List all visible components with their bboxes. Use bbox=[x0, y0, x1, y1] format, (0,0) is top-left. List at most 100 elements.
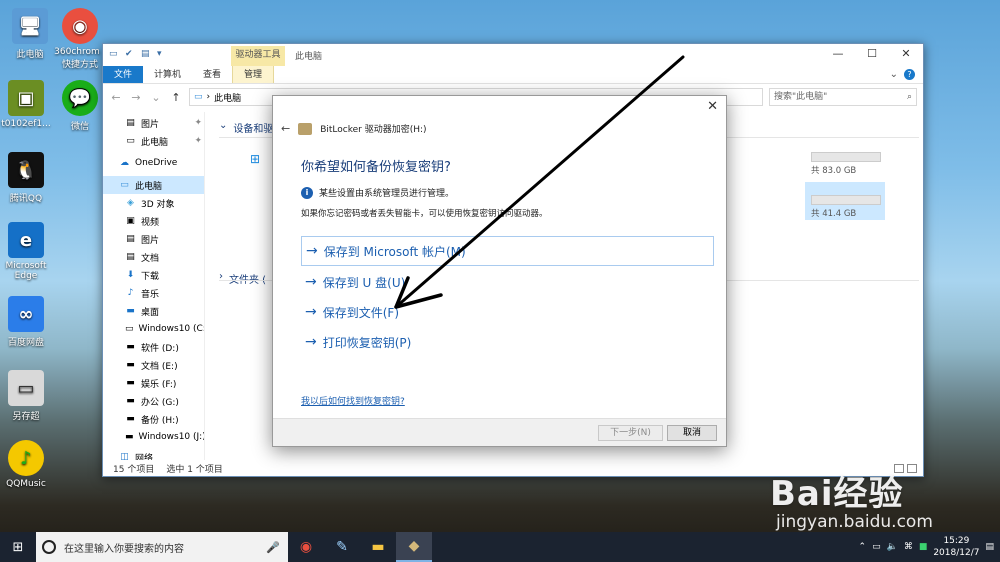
sidebar-item-desktop[interactable]: ▬ 桌面 bbox=[103, 302, 204, 320]
clock-date: 2018/12/7 bbox=[933, 548, 980, 558]
network-icon: ◫ bbox=[120, 452, 129, 460]
status-item-count: 15 个项目 bbox=[113, 464, 155, 475]
network-icon[interactable]: ⌘ bbox=[904, 542, 913, 552]
help-icon[interactable]: ? bbox=[904, 69, 915, 80]
start-button[interactable]: ⊞ bbox=[0, 540, 36, 555]
search-placeholder: 搜索"此电脑" bbox=[774, 92, 828, 102]
sidebar-item-drive-j[interactable]: ▬ Windows10 (J:) bbox=[103, 428, 204, 446]
sidebar-item-drive-d[interactable]: ▬ 软件 (D:) bbox=[103, 338, 204, 356]
option-save-usb[interactable]: → 保存到 U 盘(U) bbox=[301, 267, 714, 297]
recent-dropdown-icon[interactable]: ⌄ bbox=[149, 91, 163, 104]
sidebar-item-documents[interactable]: ▤ 文档 bbox=[103, 248, 204, 266]
admin-info-text: 某些设置由系统管理员进行管理。 bbox=[319, 189, 455, 199]
sidebar-item-videos[interactable]: ▣ 视频 bbox=[103, 212, 204, 230]
sidebar-item-drive-h[interactable]: ▬ 备份 (H:) bbox=[103, 410, 204, 428]
option-save-file[interactable]: → 保存到文件(F) bbox=[301, 297, 714, 327]
taskbar-app-bitlocker[interactable]: ◆ bbox=[396, 532, 432, 562]
next-button[interactable]: 下一步(N) bbox=[598, 425, 663, 441]
system-tray: ⌃ ▭ 🔈 ⌘ ■ 15:29 2018/12/7 ▤ bbox=[859, 535, 1000, 559]
dialog-close-button[interactable]: ✕ bbox=[707, 99, 718, 114]
sidebar-item-network[interactable]: ◫ 网络 bbox=[103, 448, 204, 460]
browser-icon: ◉ bbox=[299, 539, 313, 555]
desktop-icon-label: 360chrom - 快捷方式 bbox=[54, 47, 106, 70]
help-link[interactable]: 我以后如何找到恢复密钥? bbox=[301, 394, 405, 407]
taskbar-app-explorer[interactable]: ▬ bbox=[360, 532, 396, 562]
chevron-up-icon[interactable]: ⌃ bbox=[859, 542, 867, 552]
sidebar-item-label: Windows10 (J:) bbox=[138, 432, 205, 442]
watermark-brand: Bai经验 bbox=[770, 474, 904, 514]
sidebar-item-pictures-pinned[interactable]: ▤ 图片 ✦ bbox=[103, 114, 204, 132]
forward-arrow-icon[interactable]: → bbox=[129, 91, 143, 104]
edge-icon: e bbox=[8, 222, 44, 258]
up-arrow-icon[interactable]: ↑ bbox=[169, 91, 183, 104]
clock[interactable]: 15:29 2018/12/7 bbox=[933, 535, 979, 559]
customize-dropdown-icon[interactable]: ▾ bbox=[157, 49, 169, 61]
sidebar-item-onedrive[interactable]: ☁ OneDrive bbox=[103, 154, 204, 172]
dialog-note: 如果你忘记密码或者丢失智能卡，可以使用恢复密钥访问驱动器。 bbox=[301, 209, 548, 219]
sidebar-item-downloads[interactable]: ⬇ 下载 bbox=[103, 266, 204, 284]
desktop-icon-qq[interactable]: 🐧 腾讯QQ bbox=[0, 152, 56, 204]
desktop-icon-wechat[interactable]: 💬 微信 bbox=[50, 80, 110, 132]
app-tray-icon[interactable]: ■ bbox=[919, 542, 928, 552]
volume-icon[interactable]: 🔈 bbox=[887, 542, 898, 552]
close-button[interactable]: ✕ bbox=[889, 44, 923, 66]
desktop-icon-edge[interactable]: e Microsoft Edge bbox=[0, 222, 56, 281]
tab-manage[interactable]: 管理 bbox=[232, 66, 275, 83]
sidebar-item-label: 图片 bbox=[141, 235, 160, 246]
battery-icon[interactable]: ▭ bbox=[872, 542, 881, 552]
option-print-key[interactable]: → 打印恢复密钥(P) bbox=[301, 327, 714, 357]
tab-view[interactable]: 查看 bbox=[192, 66, 232, 83]
desktop-icon-360chrome[interactable]: ◉ 360chrom - 快捷方式 bbox=[50, 8, 110, 70]
taskbar-search[interactable]: 在这里输入你要搜索的内容 🎤 bbox=[36, 532, 288, 562]
option-save-microsoft-account[interactable]: → 保存到 Microsoft 帐户(M) bbox=[301, 236, 714, 266]
address-text: 此电脑 bbox=[214, 93, 242, 104]
drive-icon: ▭ bbox=[125, 324, 134, 334]
picture-folder-icon: ▤ bbox=[126, 118, 135, 128]
desktop-icon-file[interactable]: ▭ 另存超 bbox=[0, 370, 56, 422]
desktop-icon-label: t0102ef1... bbox=[1, 119, 51, 129]
navigation-pane: ▤ 图片 ✦ ▭ 此电脑 ✦ ☁ OneDrive ▭ 此电脑 ◈ 3D 对象 bbox=[103, 112, 205, 460]
sidebar-item-drive-e[interactable]: ▬ 文档 (E:) bbox=[103, 356, 204, 374]
pc-icon[interactable]: ▭ bbox=[109, 49, 121, 61]
taskbar-app-360chrome[interactable]: ◉ bbox=[288, 532, 324, 562]
sidebar-item-this-pc-pinned[interactable]: ▭ 此电脑 ✦ bbox=[103, 132, 204, 150]
tab-file[interactable]: 文件 bbox=[103, 66, 144, 83]
watermark-url: jingyan.baidu.com bbox=[776, 512, 933, 532]
sidebar-item-label: 图片 bbox=[141, 119, 160, 130]
windows-logo-icon: ⊞ bbox=[250, 152, 261, 166]
expand-ribbon-icon[interactable]: ⌄ bbox=[890, 69, 898, 80]
desktop-icon-qqmusic[interactable]: ♪ QQMusic bbox=[0, 440, 56, 489]
arrow-right-icon: → bbox=[305, 274, 317, 290]
maximize-button[interactable]: ☐ bbox=[855, 44, 889, 66]
properties-icon[interactable]: ✔ bbox=[125, 49, 137, 61]
sidebar-item-this-pc[interactable]: ▭ 此电脑 bbox=[103, 176, 204, 194]
sidebar-item-drive-g[interactable]: ▬ 办公 (G:) bbox=[103, 392, 204, 410]
minimize-button[interactable]: — bbox=[821, 44, 855, 66]
tab-computer[interactable]: 计算机 bbox=[143, 66, 192, 83]
arrow-right-icon: → bbox=[305, 304, 317, 320]
sidebar-item-3d-objects[interactable]: ◈ 3D 对象 bbox=[103, 194, 204, 212]
sidebar-item-drive-c[interactable]: ▭ Windows10 (C: bbox=[103, 320, 204, 338]
notification-icon[interactable]: ▤ bbox=[985, 542, 994, 552]
back-arrow-icon[interactable]: ← bbox=[109, 91, 123, 104]
qq-penguin-icon: 🐧 bbox=[8, 152, 44, 188]
large-icons-view-icon[interactable] bbox=[907, 463, 917, 473]
group-header-folders[interactable]: › 文件夹 ( bbox=[219, 271, 266, 286]
sidebar-item-drive-f[interactable]: ▬ 娱乐 (F:) bbox=[103, 374, 204, 392]
new-folder-icon[interactable]: ▤ bbox=[141, 49, 153, 61]
back-arrow-icon[interactable]: ← bbox=[281, 122, 290, 135]
sidebar-item-label: Windows10 (C: bbox=[138, 324, 205, 334]
sidebar-item-label: 备份 (H:) bbox=[141, 415, 179, 426]
sidebar-item-music[interactable]: ♪ 音乐 bbox=[103, 284, 204, 302]
sidebar-item-pictures[interactable]: ▤ 图片 bbox=[103, 230, 204, 248]
desktop-icon-image[interactable]: ▣ t0102ef1... bbox=[0, 80, 56, 129]
pin-icon: ✦ bbox=[194, 118, 202, 128]
microphone-icon[interactable]: 🎤 bbox=[266, 541, 280, 554]
group-header-devices[interactable]: ⌄ 设备和驱 bbox=[219, 120, 273, 135]
cancel-button[interactable]: 取消 bbox=[667, 425, 717, 441]
taskbar-app-paint[interactable]: ✎ bbox=[324, 532, 360, 562]
search-input[interactable]: 搜索"此电脑" ⌕ bbox=[769, 88, 917, 106]
desktop-icon-baidu-netdisk[interactable]: ∞ 百度网盘 bbox=[0, 296, 56, 348]
pc-icon: ▭ bbox=[194, 92, 203, 102]
bitlocker-dialog: ✕ ← BitLocker 驱动器加密(H:) 你希望如何备份恢复密钥? i 某… bbox=[272, 95, 727, 447]
